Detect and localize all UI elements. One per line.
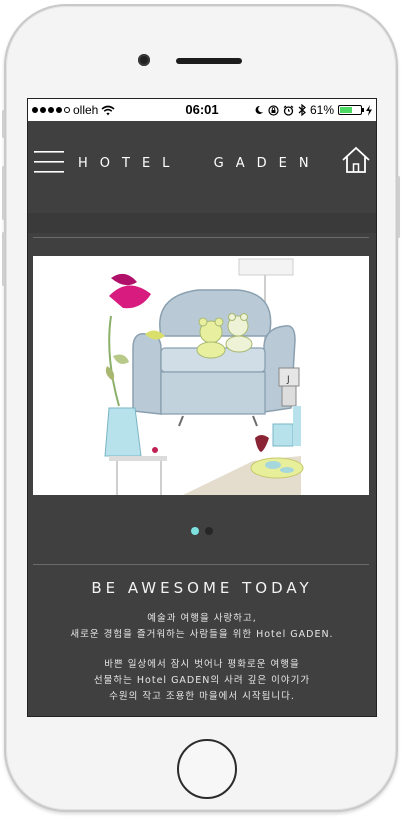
hotel-title[interactable]: HOTEL GADEN [78, 154, 328, 174]
tagline: BE AWESOME TODAY [91, 579, 313, 597]
battery-percent: 61% [309, 103, 334, 117]
description-line: 수원의 작고 조용한 마을에서 시작됩니다. [109, 691, 295, 702]
carousel-dot[interactable] [191, 527, 199, 535]
header-band [28, 213, 376, 233]
volume-down-button [2, 232, 5, 286]
battery-level [340, 107, 352, 113]
lounge-chair-illustration: J [33, 256, 369, 495]
volume-up-button [2, 166, 5, 220]
rotation-lock-icon [268, 104, 279, 116]
status-bar: olleh 06:01 61% [28, 99, 376, 121]
description-line: 새로운 경험을 즐거워하는 사람들을 위한 Hotel GADEN. [70, 629, 334, 640]
home-button[interactable] [177, 739, 237, 799]
earpiece [176, 58, 242, 64]
app-screen: olleh 06:01 61% HOTEL GADEN J BE AWESOME… [27, 98, 377, 717]
power-button [397, 176, 400, 238]
alarm-icon [283, 105, 294, 116]
hamburger-menu-icon[interactable] [34, 149, 64, 175]
description-line: 바쁜 일상에서 잠시 벗어나 평화로운 여행을 [104, 659, 300, 670]
front-camera [138, 54, 150, 66]
moon-icon [255, 105, 263, 114]
bluetooth-icon [298, 104, 306, 116]
svg-text:J: J [286, 375, 290, 385]
home-icon[interactable] [341, 145, 371, 175]
app-header: HOTEL GADEN [28, 121, 376, 213]
carousel-pagination [28, 527, 376, 535]
mute-switch [2, 110, 5, 138]
description-line: 선물하는 Hotel GADEN의 사려 깊은 이야기가 [93, 675, 311, 686]
description-paragraph-1: 예술과 여행을 사랑하고, 새로운 경험을 즐거워하는 사람들을 위한 Hote… [28, 611, 376, 643]
description-paragraph-2: 바쁜 일상에서 잠시 벗어나 평화로운 여행을 선물하는 Hotel GADEN… [28, 657, 376, 705]
divider-top [33, 237, 369, 238]
charging-bolt-icon [366, 104, 372, 116]
battery-icon [338, 105, 364, 115]
description-line: 예술과 여행을 사랑하고, [147, 613, 257, 624]
carousel-dot[interactable] [205, 527, 213, 535]
hero-carousel-image[interactable]: J [33, 256, 369, 495]
divider-middle [33, 564, 369, 565]
